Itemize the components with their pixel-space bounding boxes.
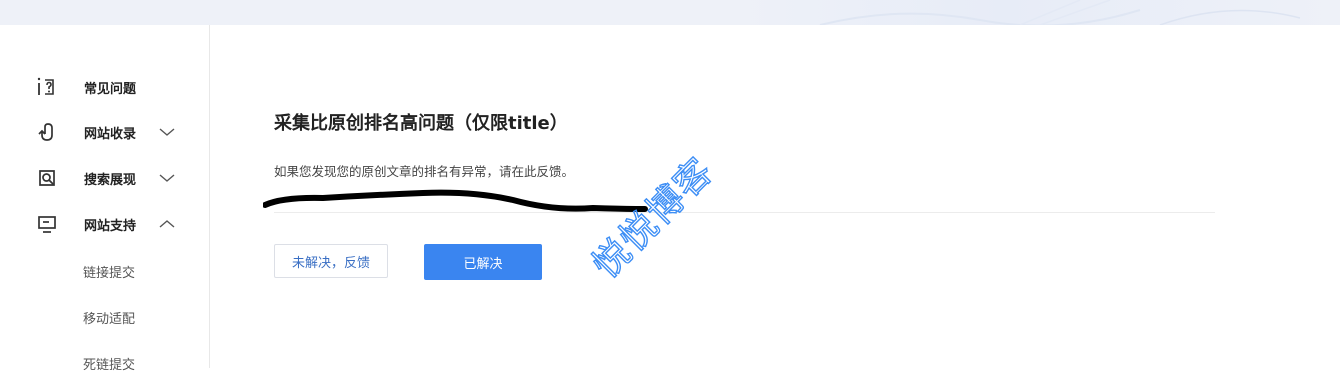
sidebar-item-search-display[interactable]: 搜索展现 [0,163,209,193]
watermark-logo: 悦悦博客 [590,150,723,287]
sidebar-item-site-support[interactable]: 网站支持 [0,209,209,239]
sidebar-item-label: 网站收录 [84,126,137,142]
resolved-button[interactable]: 已解决 [424,244,542,280]
site-support-icon [38,216,56,233]
sidebar-item-label: 网站支持 [84,218,137,234]
page-title: 采集比原创排名高问题（仅限title） [274,113,568,134]
sidebar-subitem-mobile-adapt[interactable]: 移动适配 [83,308,135,327]
main-content: 采集比原创排名高问题（仅限title） 如果您发现您的原创文章的排名有异常，请在… [210,25,1340,368]
sidebar-item-faq[interactable]: 常见问题 [0,72,209,102]
sidebar: 常见问题 网站收录 搜索展现 网站支持 链接提交 移动适配 死链提交 [0,25,210,373]
index-icon [38,123,53,141]
unresolved-feedback-button[interactable]: 未解决，反馈 [274,244,388,278]
banner-decoration [819,0,1301,25]
chevron-down-icon [159,174,175,182]
sidebar-item-label: 常见问题 [84,81,137,97]
chevron-up-icon [159,220,175,228]
sidebar-subitem-dead-link[interactable]: 死链提交 [83,354,135,373]
sidebar-item-index[interactable]: 网站收录 [0,117,209,147]
top-banner [0,0,1340,25]
page-description: 如果您发现您的原创文章的排名有异常，请在此反馈。 [274,164,575,179]
search-display-icon [39,170,55,186]
sidebar-subitem-link-submit[interactable]: 链接提交 [83,262,135,281]
chevron-down-icon [159,128,175,136]
svg-text:悦悦博客: 悦悦博客 [590,150,722,286]
faq-icon [37,77,54,95]
sidebar-item-label: 搜索展现 [84,172,137,188]
